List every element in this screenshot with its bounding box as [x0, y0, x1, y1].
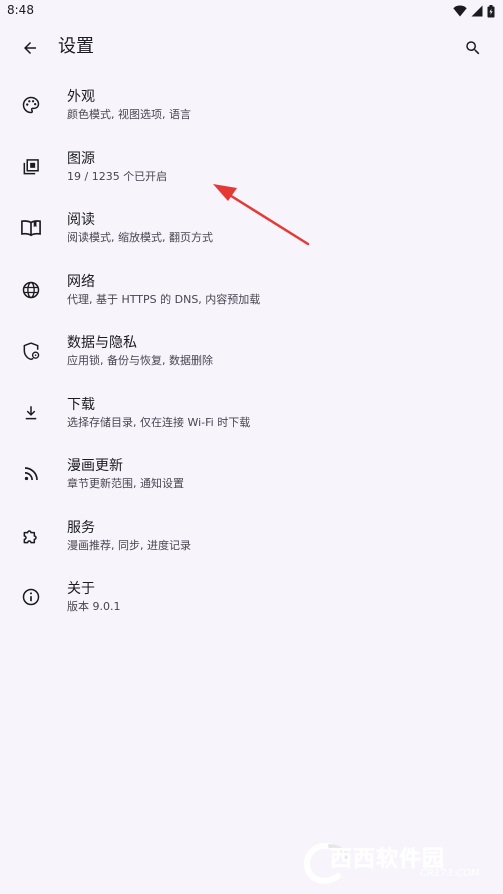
setting-title: 下载: [67, 396, 95, 413]
app-bar: 设置: [0, 24, 503, 70]
palette-icon: [20, 94, 42, 116]
setting-subtitle: 应用锁, 备份与恢复, 数据删除: [67, 354, 213, 367]
setting-title: 网络: [67, 273, 95, 290]
settings-list: 外观 颜色模式, 视图选项, 语言 图源 19 / 1235 个已开启 阅读 阅…: [0, 74, 503, 628]
setting-item-sources[interactable]: 图源 19 / 1235 个已开启: [0, 136, 503, 198]
status-icons: [453, 3, 495, 19]
library-icon: [20, 156, 42, 178]
setting-item-services[interactable]: 服务 漫画推荐, 同步, 进度记录: [0, 505, 503, 567]
setting-item-appearance[interactable]: 外观 颜色模式, 视图选项, 语言: [0, 74, 503, 136]
setting-subtitle: 颜色模式, 视图选项, 语言: [67, 108, 191, 121]
search-button[interactable]: [457, 32, 489, 64]
setting-title: 外观: [67, 89, 95, 105]
setting-subtitle: 版本 9.0.1: [67, 600, 121, 613]
page-title: 设置: [58, 36, 94, 57]
download-icon: [20, 402, 42, 424]
setting-subtitle: 阅读模式, 缩放模式, 翻页方式: [67, 231, 213, 244]
search-icon: [466, 41, 480, 55]
signal-icon: [471, 5, 483, 17]
status-bar: 8:48: [0, 0, 503, 24]
setting-item-data-privacy[interactable]: 数据与隐私 应用锁, 备份与恢复, 数据删除: [0, 320, 503, 382]
setting-title: 数据与隐私: [67, 335, 137, 351]
setting-subtitle: 漫画推荐, 同步, 进度记录: [67, 538, 191, 552]
setting-item-reader[interactable]: 阅读 阅读模式, 缩放模式, 翻页方式: [0, 197, 503, 259]
battery-icon: [487, 4, 495, 17]
setting-subtitle: 代理, 基于 HTTPS 的 DNS, 内容预加载: [67, 292, 261, 306]
setting-title: 服务: [67, 519, 95, 536]
wifi-icon: [453, 5, 467, 17]
globe-icon: [20, 279, 42, 301]
setting-title: 图源: [67, 150, 95, 167]
setting-title: 漫画更新: [67, 458, 123, 474]
puzzle-icon: [20, 525, 42, 547]
watermark-logo: 西西软件园 CR173.COM: [300, 838, 496, 888]
setting-subtitle: 选择存储目录, 仅在连接 Wi-Fi 时下载: [67, 415, 251, 429]
setting-subtitle: 章节更新范围, 通知设置: [67, 477, 184, 490]
watermark-subtext: CR173.COM: [420, 868, 480, 879]
setting-item-network[interactable]: 网络 代理, 基于 HTTPS 的 DNS, 内容预加载: [0, 259, 503, 321]
book-open-icon: [20, 217, 42, 239]
setting-item-downloads[interactable]: 下载 选择存储目录, 仅在连接 Wi-Fi 时下载: [0, 382, 503, 444]
setting-item-about[interactable]: 关于 版本 9.0.1: [0, 566, 503, 628]
status-time: 8:48: [7, 3, 34, 17]
setting-subtitle: 19 / 1235 个已开启: [67, 169, 168, 183]
shield-lock-icon: [20, 340, 42, 362]
setting-title: 阅读: [67, 212, 95, 228]
rss-icon: [20, 463, 42, 485]
back-button[interactable]: [14, 32, 46, 64]
info-icon: [20, 586, 42, 608]
setting-title: 关于: [67, 581, 95, 597]
arrow-left-icon: [24, 42, 36, 54]
setting-item-library-updates[interactable]: 漫画更新 章节更新范围, 通知设置: [0, 443, 503, 505]
